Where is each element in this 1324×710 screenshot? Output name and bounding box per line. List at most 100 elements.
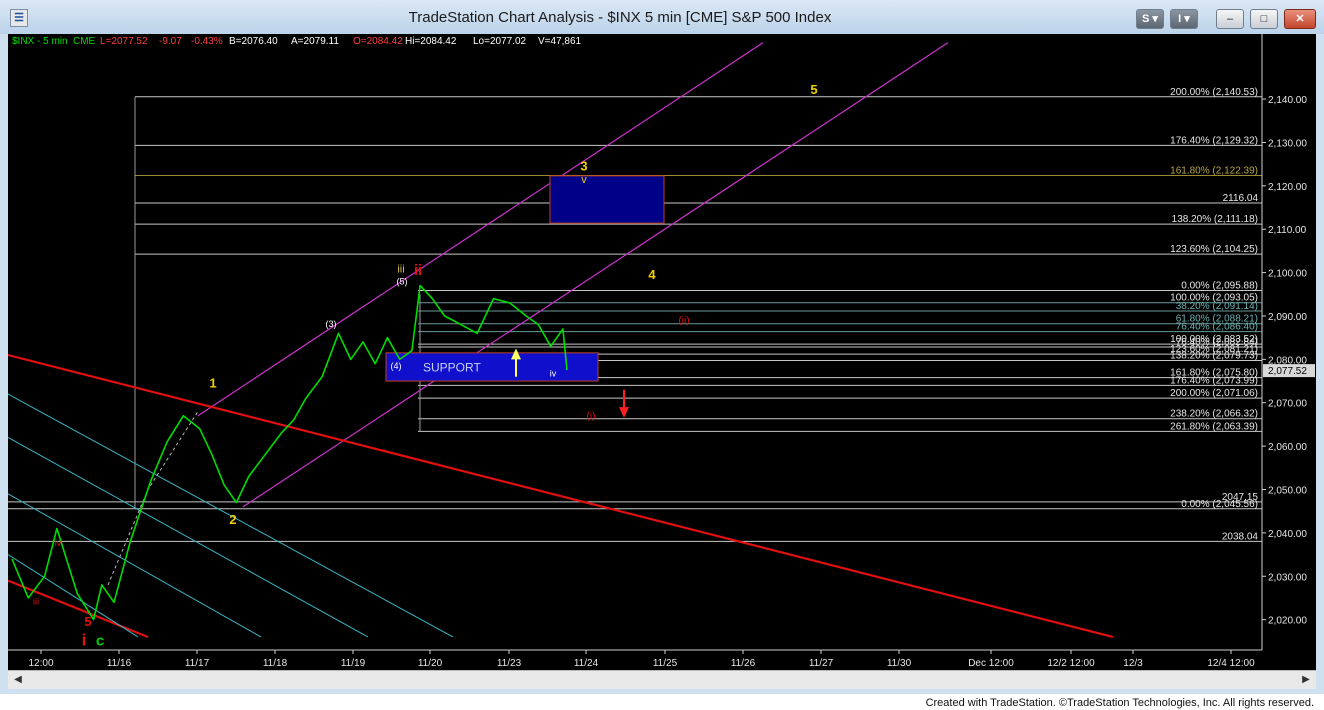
x-tick-label: 11/18 — [263, 658, 288, 669]
projection-dashed-line — [107, 411, 199, 586]
wave-3-label: 3 — [580, 159, 587, 174]
x-tick-label: 12/3 — [1123, 658, 1143, 669]
lower-trend-line — [7, 579, 149, 639]
y-tick-label: 2,090.00 — [1268, 312, 1307, 323]
wave-ii-red-label: (ii) — [678, 315, 689, 326]
y-tick-label: 2,030.00 — [1268, 572, 1307, 583]
fib-label: 0.00% (2,045.56) — [1181, 499, 1258, 510]
wave-iv-low-label: iv — [55, 538, 62, 548]
status-item: A=2079.11 — [291, 36, 339, 47]
title-bar[interactable]: ☰ TradeStation Chart Analysis - $INX 5 m… — [0, 0, 1324, 34]
fib-label: 176.40% (2,129.32) — [1170, 135, 1258, 146]
fib-label: 238.20% (2,066.32) — [1170, 409, 1258, 420]
wave-i-label: i — [82, 631, 87, 650]
y-tick-label: 2,100.00 — [1268, 269, 1307, 280]
x-tick-label: 11/24 — [574, 658, 599, 669]
pitchfork-line — [7, 493, 262, 638]
price-series-line — [11, 284, 568, 621]
y-tick-label: 2,110.00 — [1268, 225, 1307, 236]
maximize-button[interactable]: □ — [1250, 9, 1278, 29]
status-item: O=2084.42 — [353, 36, 403, 47]
x-tick-label: 11/20 — [418, 658, 443, 669]
wave-c-label: c — [96, 633, 104, 650]
support-label: SUPPORT — [423, 360, 481, 374]
i-button-label: I — [1178, 13, 1182, 25]
pitchfork-line — [7, 436, 369, 638]
s-button-label: S — [1142, 13, 1150, 25]
wave-3-v-label: v — [581, 174, 587, 186]
x-tick-label: 11/19 — [341, 658, 366, 669]
x-tick-label: Dec 12:00 — [968, 658, 1014, 669]
window-title: TradeStation Chart Analysis - $INX 5 min… — [408, 9, 832, 26]
wave-2-label: 2 — [229, 512, 236, 527]
wave-i-red-label: (i) — [587, 411, 596, 422]
status-item: L=2077.52 — [100, 36, 148, 47]
down-arrow-head-icon — [619, 407, 629, 418]
x-tick-label: 12:00 — [28, 658, 53, 669]
x-tick-label: 11/26 — [731, 658, 756, 669]
fib-label: 261.80% (2,063.39) — [1170, 421, 1258, 432]
scroll-left-icon[interactable]: ◀ — [10, 672, 26, 687]
fib-label: 138.20% (2,111.18) — [1172, 214, 1258, 225]
fib-label: 200.00% (2,071.06) — [1170, 388, 1258, 399]
i-menu-button[interactable]: I ▾ — [1170, 9, 1198, 29]
wave-5-paren-label: (5) — [397, 277, 408, 287]
status-item: B=2076.40 — [229, 36, 278, 47]
wave-5-low-label: 5 — [84, 614, 91, 629]
chart-area[interactable]: 200.00% (2,140.53) 176.40% (2,129.32) 161.… — [7, 34, 1316, 670]
footer-credit: Created with TradeStation. ©TradeStation… — [925, 697, 1314, 709]
fib-label: 138.20% (2,079.73) — [1170, 351, 1258, 362]
x-tick-label: 12/4 12:00 — [1207, 658, 1255, 669]
y-tick-label: 2,020.00 — [1268, 616, 1307, 627]
s-menu-button[interactable]: S ▾ — [1136, 9, 1164, 29]
x-tick-label: 11/30 — [887, 658, 912, 669]
tradestation-window: ☰ TradeStation Chart Analysis - $INX 5 m… — [0, 0, 1324, 694]
status-item: $INX - 5 min — [12, 36, 68, 47]
x-tick-label: 11/23 — [497, 658, 522, 669]
fib-label: 76.40% (2,086.40) — [1176, 322, 1258, 333]
wave-iii-label: iii — [397, 264, 404, 276]
x-tick-label: 11/16 — [107, 658, 132, 669]
status-item: Lo=2077.02 — [473, 36, 527, 47]
y-tick-label: 2,130.00 — [1268, 138, 1307, 149]
fib-label: 38.20% (2,091.14) — [1176, 301, 1258, 312]
fib-label: 2116.04 — [1223, 193, 1259, 204]
channel-lower-line — [242, 42, 949, 508]
y-tick-label: 2,040.00 — [1268, 529, 1307, 540]
y-tick-label: 2,140.00 — [1268, 95, 1307, 106]
downtrend-line — [7, 353, 1114, 639]
y-tick-label: 2,070.00 — [1268, 399, 1307, 410]
fib-label: 0.00% (2,095.88) — [1181, 280, 1258, 291]
horizontal-scrollbar[interactable]: ◀ ▶ — [8, 670, 1316, 689]
status-item: Hi=2084.42 — [405, 36, 457, 47]
x-tick-label: 11/25 — [653, 658, 678, 669]
close-button[interactable]: ✕ — [1284, 9, 1316, 29]
status-item: V=47,861 — [538, 36, 582, 47]
wave-iv-label: iv — [550, 369, 557, 379]
wave-1-label: 1 — [209, 376, 216, 391]
minimize-button[interactable]: – — [1216, 9, 1244, 29]
wave-4-paren-label: (4) — [391, 361, 402, 371]
x-tick-label: 11/17 — [185, 658, 210, 669]
fib-label: 2038.04 — [1222, 531, 1259, 542]
wave-4-label: 4 — [648, 267, 656, 282]
fib-label: 176.40% (2,073.99) — [1170, 375, 1258, 386]
wave-iii-low-label: iii — [33, 596, 39, 606]
y-tick-label: 2,120.00 — [1268, 182, 1307, 193]
fib-label: 123.60% (2,104.25) — [1170, 244, 1258, 255]
status-item: -9.07 — [159, 36, 182, 47]
x-tick-label: 12/2 12:00 — [1047, 658, 1095, 669]
price-chart-svg[interactable]: 200.00% (2,140.53) 176.40% (2,129.32) 161.… — [7, 34, 1316, 670]
y-tick-label: 2,060.00 — [1268, 442, 1307, 453]
last-price-label: 2,077.52 — [1268, 366, 1307, 377]
status-item: -0.43% — [191, 36, 223, 47]
x-tick-label: 11/27 — [809, 658, 834, 669]
scroll-right-icon[interactable]: ▶ — [1298, 672, 1314, 687]
wave-5-label: 5 — [810, 82, 817, 97]
wave-3-paren-label: (3) — [326, 319, 337, 329]
status-item: CME — [73, 36, 96, 47]
wave-ii-label: ii — [414, 262, 422, 279]
fib-label: 161.80% (2,122.39) — [1170, 165, 1258, 176]
fib-label: 200.00% (2,140.53) — [1170, 87, 1258, 98]
target-zone-box — [549, 175, 665, 224]
